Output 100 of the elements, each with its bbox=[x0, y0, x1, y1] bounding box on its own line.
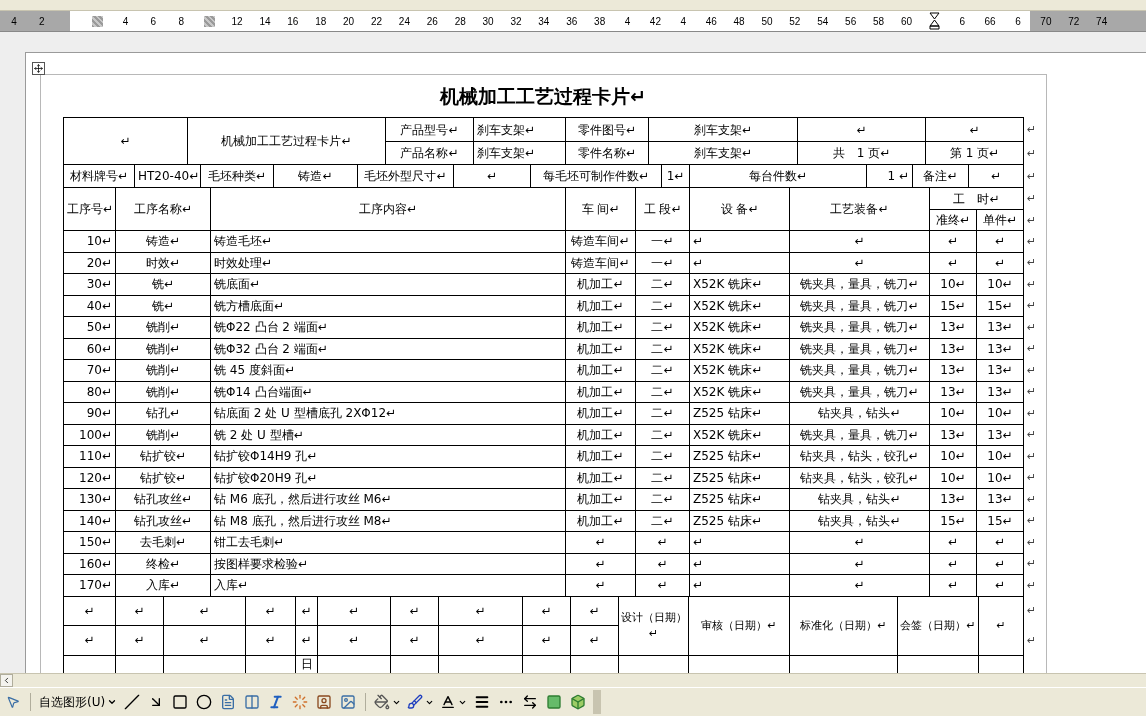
column-marker-icon[interactable] bbox=[203, 15, 215, 27]
ruler-number: 56 bbox=[845, 15, 857, 27]
table-cell: 钳工去毛刺↵ bbox=[210, 531, 566, 553]
table-cell: 铣 45 度斜面↵ bbox=[210, 359, 566, 381]
table-cell: ↵ bbox=[63, 625, 116, 655]
table-cell: HT20-40↵ bbox=[134, 164, 201, 188]
table-cell: 二↵ bbox=[635, 295, 690, 317]
table-cell: 1 ↵ bbox=[866, 164, 913, 188]
table-cell: 钻孔↵ bbox=[115, 402, 211, 424]
table-cell: 13↵ bbox=[929, 424, 977, 446]
scroll-left-button[interactable] bbox=[0, 674, 13, 687]
table-cell: 铣↵ bbox=[115, 273, 211, 295]
table-cell: 机加工↵ bbox=[565, 424, 636, 446]
indent-marker-icon[interactable] bbox=[928, 12, 940, 30]
row-end-mark: ↵ bbox=[1023, 359, 1044, 381]
ruler-number: 58 bbox=[873, 15, 885, 27]
ruler-number: 42 bbox=[649, 15, 661, 27]
table-cell: ↵ bbox=[453, 164, 531, 188]
table-cell: Z525 钻床↵ bbox=[689, 510, 790, 532]
table-cell: 材料牌号↵ bbox=[63, 164, 135, 188]
row-end-mark: ↵ bbox=[1023, 273, 1044, 295]
table-cell: 10↵ bbox=[929, 467, 977, 489]
table-cell: 10↵ bbox=[976, 273, 1024, 295]
ruler-number: 4 bbox=[122, 15, 129, 27]
table-cell: 会签（日期）↵ bbox=[897, 596, 979, 655]
table-cell: 二↵ bbox=[635, 488, 690, 510]
table-cell: 13↵ bbox=[929, 359, 977, 381]
ruler-number: 2 bbox=[39, 15, 45, 27]
table-cell: ↵ bbox=[522, 596, 571, 625]
table-cell: ↵ bbox=[978, 596, 1024, 655]
table-cell: 13↵ bbox=[929, 316, 977, 338]
table-cell: 10↵ bbox=[63, 230, 116, 252]
table-cell: 13↵ bbox=[976, 381, 1024, 403]
line-icon bbox=[124, 694, 141, 710]
pointer-icon bbox=[6, 695, 20, 709]
table-cell: 铣夹具，量具，铣刀↵ bbox=[789, 316, 930, 338]
ruler-number: 72 bbox=[1068, 15, 1080, 27]
table-cell: 13↵ bbox=[976, 488, 1024, 510]
table-cell: X52K 铣床↵ bbox=[689, 295, 790, 317]
ruler-number: 34 bbox=[538, 15, 550, 27]
table-cell: 铣夹具，量具，铣刀↵ bbox=[789, 338, 930, 360]
table-cell: 备注↵ bbox=[912, 164, 969, 188]
ruler-number: 16 bbox=[287, 15, 299, 27]
ruler-number: 4 bbox=[11, 15, 17, 27]
table-cell: 机加工↵ bbox=[565, 467, 636, 489]
table-cell: 机加工↵ bbox=[565, 488, 636, 510]
table-cell: ↵ bbox=[245, 625, 296, 655]
table-cell: 110↵ bbox=[63, 445, 116, 467]
cube-icon bbox=[570, 694, 587, 710]
table-cell: 100↵ bbox=[63, 424, 116, 446]
table-cell: 终检↵ bbox=[115, 553, 211, 575]
table-cell: 机加工↵ bbox=[565, 510, 636, 532]
table-cell: 铣削↵ bbox=[115, 338, 211, 360]
column-header: 工 时↵ bbox=[929, 187, 1024, 210]
table-cell: 钻 M8 底孔，然后进行攻丝 M8↵ bbox=[210, 510, 566, 532]
table-cell: 钻扩铰↵ bbox=[115, 445, 211, 467]
table-cell: 二↵ bbox=[635, 316, 690, 338]
ruler-number: 26 bbox=[426, 15, 438, 27]
ruler-number: 36 bbox=[566, 15, 578, 27]
table-cell: ↵ bbox=[929, 252, 977, 274]
table-cell: 机加工↵ bbox=[565, 381, 636, 403]
table-cell: 钻扩铰↵ bbox=[115, 467, 211, 489]
table-cell: ↵ bbox=[390, 625, 439, 655]
table-cell: 130↵ bbox=[63, 488, 116, 510]
table-cell: 二↵ bbox=[635, 338, 690, 360]
table-cell: 10↵ bbox=[929, 445, 977, 467]
table-cell: ↵ bbox=[438, 625, 523, 655]
picture-icon bbox=[340, 694, 357, 710]
ruler-number: 52 bbox=[789, 15, 801, 27]
table-cell: ↵ bbox=[295, 625, 318, 655]
row-end-mark: ↵ bbox=[1023, 553, 1044, 575]
table-cell: 15↵ bbox=[929, 510, 977, 532]
table-cell: 140↵ bbox=[63, 510, 116, 532]
table-cell: 13↵ bbox=[976, 359, 1024, 381]
table-cell: 铣夹具，量具，铣刀↵ bbox=[789, 381, 930, 403]
rectangle-icon bbox=[172, 694, 189, 710]
table-cell: 毛坯外型尺寸↵ bbox=[357, 164, 454, 188]
document-title: 机械加工工艺过程卡片↵ bbox=[440, 84, 646, 109]
table-cell: ↵ bbox=[163, 625, 246, 655]
table-cell: 钻孔攻丝↵ bbox=[115, 488, 211, 510]
table-cell: 铣 2 处 U 型槽↵ bbox=[210, 424, 566, 446]
column-header: 车 间↵ bbox=[565, 187, 636, 231]
row-end-mark: ↵ bbox=[1023, 117, 1044, 142]
move-icon bbox=[34, 64, 43, 73]
table-cell: 铸造↵ bbox=[273, 164, 358, 188]
column-marker-icon[interactable] bbox=[92, 15, 104, 27]
column-header: 单件↵ bbox=[976, 209, 1024, 231]
row-end-mark: ↵ bbox=[1023, 531, 1044, 553]
table-cell: 70↵ bbox=[63, 359, 116, 381]
table-move-handle[interactable] bbox=[32, 62, 45, 75]
font-color-icon bbox=[440, 694, 457, 710]
table-cell: ↵ bbox=[317, 625, 391, 655]
table-cell: 铸造↵ bbox=[115, 230, 211, 252]
ruler-number: 22 bbox=[370, 15, 383, 27]
autoshapes-menu[interactable]: 自选图形(U) bbox=[37, 691, 120, 713]
text-box-icon bbox=[220, 694, 237, 710]
table-cell: ↵ bbox=[789, 252, 930, 274]
table-cell: 铣↵ bbox=[115, 295, 211, 317]
table-cell: 审核（日期）↵ bbox=[688, 596, 790, 655]
table-cell: ↵ bbox=[968, 164, 1024, 188]
